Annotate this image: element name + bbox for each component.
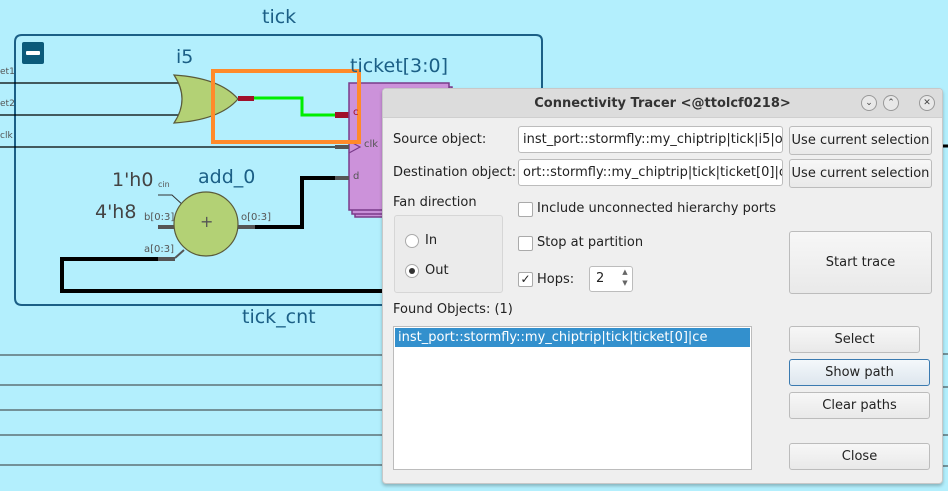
show-path-button[interactable]: Show path (789, 359, 930, 386)
const-b: 4'h8 (95, 201, 137, 223)
use-current-selection-destination-button[interactable]: Use current selection (789, 159, 932, 188)
close-button[interactable]: Close (789, 443, 930, 470)
fan-in-radio[interactable] (405, 234, 419, 248)
include-unconnected-label: Include unconnected hierarchy ports (537, 201, 776, 216)
start-trace-button[interactable]: Start trace (789, 231, 932, 294)
bottom-label: tick_cnt (242, 306, 316, 328)
spin-arrows-icon[interactable]: ▲ ▼ (620, 267, 630, 289)
close-icon[interactable]: ✕ (919, 95, 935, 111)
connectivity-tracer-dialog: Connectivity Tracer <@ttolcf0218> ⌄ ⌃ ✕ … (382, 88, 943, 484)
found-objects-list[interactable]: inst_port::stormfly::my_chiptrip|tick|ti… (393, 326, 752, 470)
const-cin: 1'h0 (112, 169, 154, 191)
hops-label: Hops: (537, 272, 575, 287)
hops-checkbox[interactable]: ✓ (518, 272, 533, 287)
input-label: et1 (0, 67, 15, 77)
stop-at-partition-label: Stop at partition (537, 235, 644, 250)
destination-object-input[interactable]: ort::stormfly::my_chiptrip|tick|ticket[0… (518, 159, 783, 186)
traced-path (254, 96, 335, 117)
or-gate-i5 (172, 74, 239, 124)
list-item[interactable]: inst_port::stormfly::my_chiptrip|tick|ti… (395, 328, 750, 347)
fan-direction-label: Fan direction (393, 195, 477, 210)
hops-value: 2 (596, 271, 605, 286)
fan-out-label: Out (425, 263, 449, 278)
include-unconnected-checkbox[interactable] (518, 202, 533, 217)
register-label: ticket[3:0] (350, 55, 449, 77)
minimize-icon[interactable]: ⌄ (861, 95, 877, 111)
gate-label: i5 (176, 46, 194, 68)
destination-label: Destination object: (393, 165, 517, 180)
source-label: Source object: (393, 132, 487, 147)
input-label: clk (0, 131, 13, 141)
select-button[interactable]: Select (789, 326, 920, 353)
title-bar[interactable]: Connectivity Tracer <@ttolcf0218> ⌄ ⌃ ✕ (383, 89, 942, 118)
adder-label: add_0 (198, 166, 256, 188)
port-cin: cin (158, 180, 170, 189)
fan-direction-group: In Out (394, 215, 503, 293)
found-objects-label: Found Objects: (1) (393, 302, 513, 317)
fan-in-label: In (425, 233, 438, 248)
clear-paths-button[interactable]: Clear paths (789, 392, 930, 419)
input-label: et2 (0, 99, 15, 109)
reg-port-d: d (353, 171, 360, 182)
port-a: a[0:3] (144, 244, 175, 255)
fan-out-radio[interactable] (405, 264, 419, 278)
maximize-icon[interactable]: ⌃ (883, 95, 899, 111)
adder-symbol: + (200, 212, 214, 231)
port-o: o[0:3] (241, 212, 272, 223)
source-object-input[interactable]: inst_port::stormfly::my_chiptrip|tick|i5… (518, 126, 783, 153)
reg-port-clk: clk (364, 139, 379, 150)
dialog-title: Connectivity Tracer <@ttolcf0218> (534, 96, 791, 111)
hops-spinbox[interactable]: 2 ▲ ▼ (589, 266, 633, 292)
use-current-selection-source-button[interactable]: Use current selection (789, 126, 932, 155)
module-label: tick (262, 6, 297, 28)
selection-highlight (211, 69, 361, 144)
port-b: b[0:3] (144, 212, 175, 223)
stop-at-partition-checkbox[interactable] (518, 236, 533, 251)
reg-port-ce: c (353, 107, 359, 118)
